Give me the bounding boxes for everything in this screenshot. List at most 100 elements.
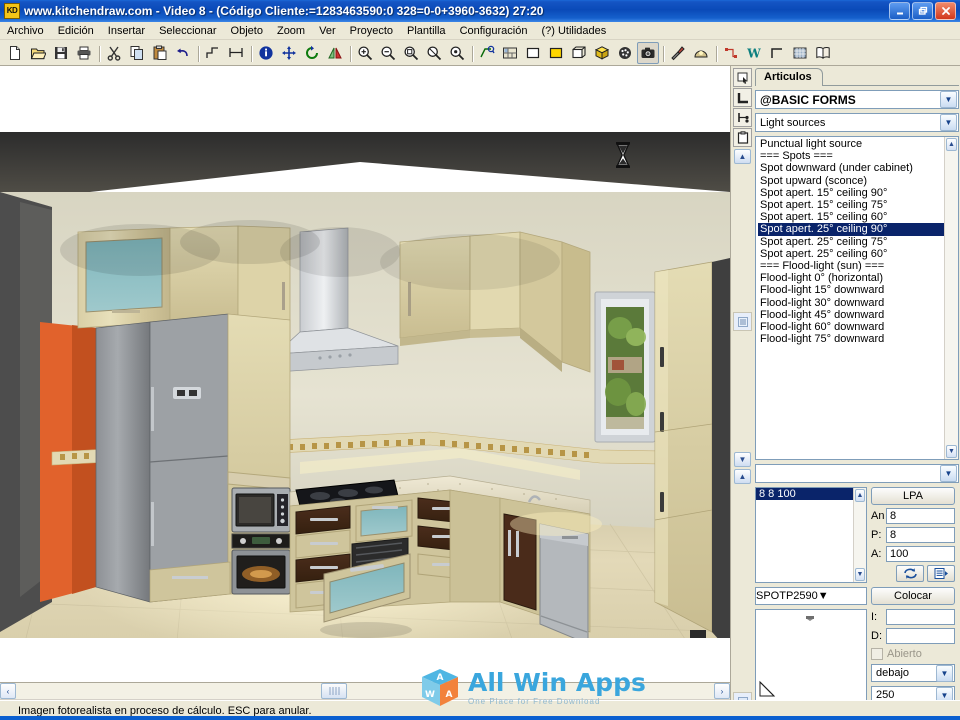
select-tool-icon[interactable]	[733, 68, 752, 87]
wall-corner-icon[interactable]	[733, 88, 752, 107]
dimensions-listbox[interactable]: 8 8 100 ▲ ▼	[755, 487, 867, 583]
list-item[interactable]: Flood-light 75° downward	[758, 333, 944, 345]
zoom-in-icon[interactable]	[354, 42, 376, 64]
list-item[interactable]: Flood-light 15° downward	[758, 284, 944, 296]
paste-icon[interactable]	[149, 42, 171, 64]
list-item[interactable]: Flood-light 30° downward	[758, 297, 944, 309]
dimensions-list-scrollbar[interactable]: ▲ ▼	[853, 488, 866, 582]
items-listbox[interactable]: Punctual light source === Spots === Spot…	[755, 136, 959, 460]
grid-icon[interactable]	[789, 42, 811, 64]
cut-scissors-icon[interactable]	[103, 42, 125, 64]
spot-combo[interactable]: SPOTP2590 ▼	[755, 587, 867, 605]
list-item[interactable]: Spot apert. 15° ceiling 75°	[758, 199, 944, 211]
dim-scroll-down-button[interactable]: ▼	[855, 568, 865, 581]
list-item[interactable]: Spot apert. 25° ceiling 60°	[758, 248, 944, 260]
menu-objeto[interactable]: Objeto	[224, 24, 270, 38]
scroll-left-button[interactable]: ‹	[0, 683, 16, 699]
zoom-out-icon[interactable]	[377, 42, 399, 64]
menu-archivo[interactable]: Archivo	[0, 24, 51, 38]
menu-zoom[interactable]: Zoom	[270, 24, 312, 38]
copy-icon[interactable]	[126, 42, 148, 64]
list-item[interactable]: Spot upward (sconce)	[758, 175, 944, 187]
polyline-icon[interactable]	[202, 42, 224, 64]
print-icon[interactable]	[73, 42, 95, 64]
list-item[interactable]: Flood-light 60° downward	[758, 321, 944, 333]
box-3d-icon[interactable]	[591, 42, 613, 64]
lighting-icon[interactable]	[690, 42, 712, 64]
chevron-down-icon[interactable]: ▼	[940, 465, 957, 482]
info-icon[interactable]	[255, 42, 277, 64]
list-item[interactable]: Punctual light source	[758, 138, 944, 150]
dimensions-list[interactable]: 8 8 100	[756, 488, 853, 582]
chevron-down-icon[interactable]: ▼	[936, 664, 953, 682]
list-item[interactable]: Spot apert. 15° ceiling 90°	[758, 187, 944, 199]
panel-scroll-up-button[interactable]: ▲	[734, 149, 751, 164]
refresh-swap-icon[interactable]	[896, 565, 924, 582]
menu-configuracion[interactable]: Configuración	[453, 24, 535, 38]
properties-list-icon[interactable]	[927, 565, 955, 582]
open-folder-icon[interactable]	[27, 42, 49, 64]
panel-scroll-up-button-2[interactable]: ▲	[734, 469, 751, 484]
list-item[interactable]: === Spots ===	[758, 150, 944, 162]
zoom-extents-icon[interactable]	[446, 42, 468, 64]
scroll-thumb[interactable]	[321, 683, 347, 699]
save-disk-icon[interactable]	[50, 42, 72, 64]
list-scroll-down-button[interactable]: ▼	[946, 445, 957, 458]
render-dots-icon[interactable]	[614, 42, 636, 64]
perspective-icon[interactable]	[568, 42, 590, 64]
chevron-down-icon[interactable]: ▼	[818, 590, 829, 602]
list-item[interactable]: Flood-light 45° downward	[758, 309, 944, 321]
colocar-button[interactable]: Colocar	[871, 587, 955, 605]
lpa-button[interactable]: LPA	[871, 487, 955, 505]
menu-ver[interactable]: Ver	[312, 24, 343, 38]
word-export-icon[interactable]: W	[743, 42, 765, 64]
list-item[interactable]: Spot apert. 15° ceiling 60°	[758, 211, 944, 223]
undo-icon[interactable]	[172, 42, 194, 64]
list-item[interactable]: Spot downward (under cabinet)	[758, 162, 944, 174]
menu-seleccionar[interactable]: Seleccionar	[152, 24, 223, 38]
menu-edicion[interactable]: Edición	[51, 24, 101, 38]
list-item[interactable]: Flood-light 0° (horizontal)	[758, 272, 944, 284]
rotate-icon[interactable]	[301, 42, 323, 64]
solid-yellow-icon[interactable]	[545, 42, 567, 64]
width-field[interactable]: 8	[886, 508, 955, 524]
zoom-previous-icon[interactable]	[423, 42, 445, 64]
maximize-restore-button[interactable]	[912, 2, 933, 20]
move-icon[interactable]	[278, 42, 300, 64]
open-checkbox[interactable]	[871, 648, 883, 660]
list-item[interactable]: Spot apert. 25° ceiling 75°	[758, 236, 944, 248]
d-field[interactable]	[886, 628, 955, 644]
list-item-selected[interactable]: Spot apert. 25° ceiling 90°	[758, 223, 944, 236]
drawing-canvas[interactable]	[0, 66, 730, 682]
minimize-button[interactable]	[889, 2, 910, 20]
chevron-down-icon[interactable]: ▼	[940, 114, 957, 131]
dimensions-list-item-selected[interactable]: 8 8 100	[756, 488, 853, 500]
i-field[interactable]	[886, 609, 955, 625]
list-scroll-up-button[interactable]: ▲	[946, 138, 957, 151]
items-list[interactable]: Punctual light source === Spots === Spot…	[756, 137, 944, 459]
close-button[interactable]	[935, 2, 956, 20]
chevron-down-icon[interactable]: ▼	[940, 91, 957, 108]
list-item[interactable]: === Flood-light (sun) ===	[758, 260, 944, 272]
canvas-horizontal-scrollbar[interactable]: ‹ ›	[0, 682, 730, 699]
panel-scroll-down-button[interactable]: ▼	[734, 452, 751, 467]
camera-icon[interactable]	[637, 41, 659, 64]
open-checkbox-row[interactable]: Abierto	[871, 648, 955, 660]
items-list-scrollbar[interactable]: ▲ ▼	[944, 137, 958, 459]
dimension-icon[interactable]	[225, 42, 247, 64]
wireframe-icon[interactable]	[522, 42, 544, 64]
scroll-right-button[interactable]: ›	[714, 683, 730, 699]
panel-list-icon[interactable]	[733, 312, 752, 331]
path-icon[interactable]	[720, 42, 742, 64]
height-field[interactable]: 100	[886, 546, 955, 562]
scroll-track[interactable]	[16, 683, 714, 699]
dim-scroll-up-button[interactable]: ▲	[855, 489, 865, 502]
elevation-view-icon[interactable]	[499, 42, 521, 64]
position-combo[interactable]: debajo ▼	[871, 664, 955, 682]
corner-icon[interactable]	[766, 42, 788, 64]
zoom-window-icon[interactable]	[400, 42, 422, 64]
category-combo[interactable]: Light sources ▼	[755, 113, 959, 132]
tools-icon[interactable]	[667, 42, 689, 64]
catalog-combo[interactable]: @BASIC FORMS ▼	[755, 90, 959, 109]
menu-plantilla[interactable]: Plantilla	[400, 24, 453, 38]
